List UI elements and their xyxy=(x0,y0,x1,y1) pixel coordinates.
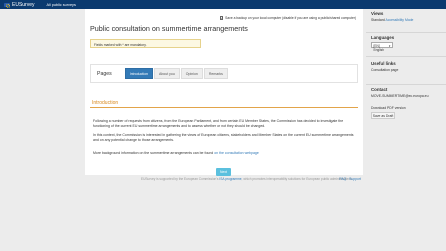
logo-text: EUSurvey xyxy=(12,1,35,8)
mandatory-notice: Fields marked with * are mandatory. xyxy=(90,39,201,48)
language-select[interactable]: [EN] English ▾ xyxy=(371,42,393,52)
eusurvey-logo[interactable]: EUSurvey xyxy=(4,2,35,8)
contact-email-link[interactable]: MOVE-SUMMERTIME@ec.europa.eu xyxy=(371,94,446,98)
next-button[interactable]: Next xyxy=(216,168,231,176)
all-public-surveys-link[interactable]: All public surveys xyxy=(47,3,76,7)
paragraph-3-text: More background information on the summe… xyxy=(93,151,214,155)
top-bar: EUSurvey All public surveys xyxy=(0,0,446,9)
footer-prefix: EUSurvey is supported by the European Co… xyxy=(141,177,219,181)
standard-view-label[interactable]: Standard xyxy=(371,18,385,22)
survey-main-panel: ✓ Save a backup on your local computer (… xyxy=(85,9,363,176)
useful-links-block: Useful links Consultation page xyxy=(366,59,446,85)
save-as-draft-button[interactable]: Save as Draft xyxy=(371,112,395,119)
intro-paragraph-1: Following a number of requests from citi… xyxy=(93,119,344,128)
faq-support-links[interactable]: FAQ · Support xyxy=(339,177,361,181)
views-block: Views Standard Accessibility Mode xyxy=(366,11,446,33)
backup-label: Save a backup on your local computer (di… xyxy=(225,16,356,20)
contact-title: Contact xyxy=(371,87,388,92)
languages-block: Languages [EN] English ▾ xyxy=(366,35,446,57)
page-title: Public consultation on summertime arrang… xyxy=(90,24,248,33)
views-title: Views xyxy=(371,11,384,16)
useful-links-title: Useful links xyxy=(371,61,396,66)
eu-flag-icon xyxy=(4,2,10,8)
download-pdf-link[interactable]: Download PDF version xyxy=(371,106,446,110)
tab-remarks[interactable]: Remarks xyxy=(203,68,228,79)
language-value: [EN] English xyxy=(373,43,384,52)
intro-paragraph-3: More background information on the summe… xyxy=(93,151,358,156)
intro-paragraph-2: In this context, the Commission is inter… xyxy=(93,133,354,142)
tab-opinion[interactable]: Opinion xyxy=(180,68,203,79)
chevron-down-icon: ▾ xyxy=(388,43,391,48)
footer-suffix: , which promotes interoperability soluti… xyxy=(241,177,353,181)
sidebar: Views Standard Accessibility Mode Langua… xyxy=(366,9,446,175)
tab-introduction[interactable]: Introduction xyxy=(124,68,154,79)
consultation-page-link[interactable]: Consultation page xyxy=(371,68,446,72)
backup-checkbox[interactable]: ✓ xyxy=(219,16,223,20)
tab-about-you[interactable]: About you xyxy=(154,68,180,79)
isa-programme-link[interactable]: ISA programme xyxy=(219,177,241,181)
section-heading: Introduction xyxy=(90,98,358,108)
contact-block: Contact MOVE-SUMMERTIME@ec.europa.eu Dow… xyxy=(366,85,446,130)
consultation-webpage-link[interactable]: on the consultation webpage xyxy=(214,151,259,155)
backup-option[interactable]: ✓ Save a backup on your local computer (… xyxy=(219,16,356,20)
footer-text: EUSurvey is supported by the European Co… xyxy=(141,177,363,182)
pages-label: Pages xyxy=(97,70,112,77)
pages-navigation: Pages Introduction About you Opinion Rem… xyxy=(90,64,358,83)
accessibility-mode-link[interactable]: Accessibility Mode xyxy=(386,18,414,22)
languages-title: Languages xyxy=(371,35,395,40)
views-options: Standard Accessibility Mode xyxy=(371,18,446,22)
